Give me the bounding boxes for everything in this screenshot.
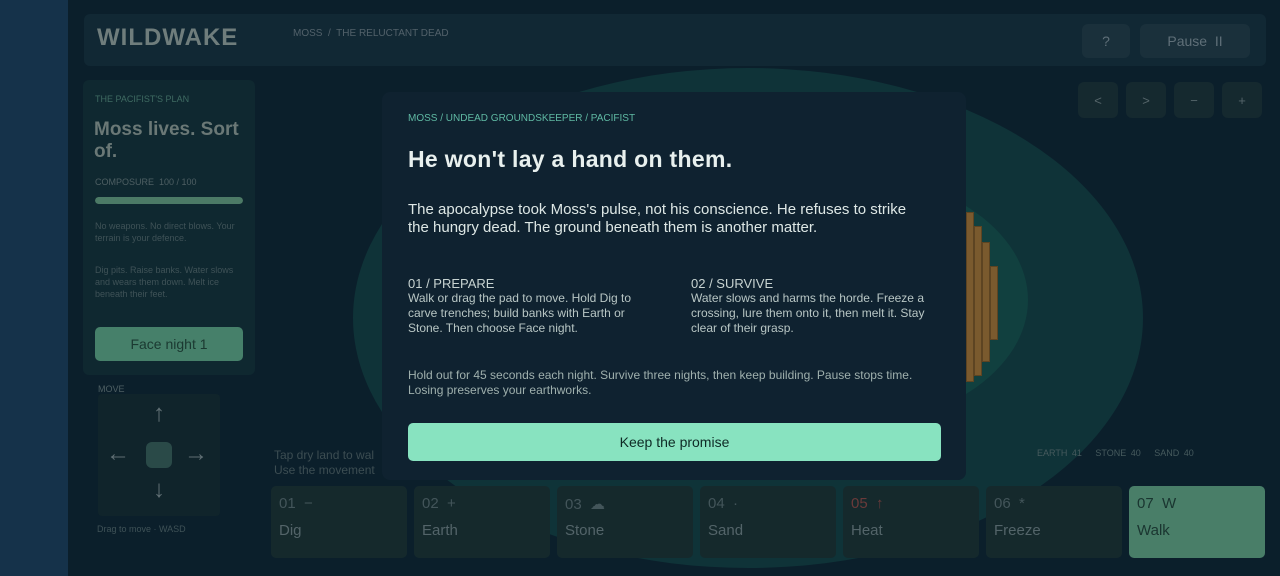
tool-label: Walk (1137, 522, 1170, 539)
face-night-button[interactable]: Face night 1 (95, 327, 243, 361)
dialog-lead: The apocalypse took Moss's pulse, not hi… (408, 201, 907, 236)
composure-bar (95, 197, 243, 204)
pause-button[interactable]: Pause II (1140, 24, 1250, 58)
tool-key: 07 W (1137, 495, 1177, 512)
prepare-column: 01 / PREPARE Walk or drag the pad to mov… (408, 276, 656, 336)
composure-bar-fill (95, 197, 243, 204)
tool-dig[interactable]: 01 − Dig (271, 486, 407, 558)
plan-note-tactics: Dig pits. Raise banks. Water slows and w… (95, 265, 234, 299)
keep-promise-button[interactable]: Keep the promise (408, 423, 941, 461)
brand-logo: WILDWAKE (97, 24, 239, 51)
plan-tag: THE PACIFIST'S PLAN (95, 94, 190, 104)
earthwork-wall (964, 212, 1004, 382)
arrow-up-icon[interactable]: ↑ (147, 402, 171, 426)
movement-knob[interactable] (146, 442, 172, 468)
prepare-text: Walk or drag the pad to move. Hold Dig t… (408, 291, 631, 335)
survive-column: 02 / SURVIVE Water slows and harms the h… (691, 276, 939, 336)
tool-stone[interactable]: 03 ☁ Stone (557, 486, 693, 558)
arrow-down-icon[interactable]: ↓ (147, 478, 171, 502)
plan-panel: THE PACIFIST'S PLAN Moss lives. Sort of.… (83, 80, 255, 375)
tool-key: 02 + (422, 495, 456, 512)
tool-label: Dig (279, 522, 302, 539)
tool-key: 01 − (279, 495, 313, 512)
arrow-left-icon[interactable]: ← (106, 442, 130, 466)
hint-line-2: Use the movement (274, 463, 375, 477)
arrow-right-icon[interactable]: → (184, 442, 208, 466)
zoom-in-button[interactable]: + (1222, 82, 1262, 118)
intro-dialog: MOSS / UNDEAD GROUNDSKEEPER / PACIFIST H… (382, 92, 966, 480)
view-controls: < > − + (1078, 82, 1262, 118)
composure-label: COMPOSURE 100 / 100 (95, 177, 197, 187)
hint-line-1: Tap dry land to wal (274, 448, 375, 462)
breadcrumb: MOSS / THE RELUCTANT DEAD (293, 28, 449, 39)
instruction-hint: Tap dry land to wal Use the movement (274, 448, 375, 478)
tool-label: Earth (422, 522, 458, 539)
zoom-out-button[interactable]: − (1174, 82, 1214, 118)
tool-freeze[interactable]: 06 * Freeze (986, 486, 1122, 558)
plan-title: Moss lives. Sort of. (94, 119, 239, 162)
tool-label: Sand (708, 522, 744, 539)
tool-earth[interactable]: 02 + Earth (414, 486, 550, 558)
top-bar: WILDWAKE MOSS / THE RELUCTANT DEAD ? Pau… (84, 14, 1266, 66)
tool-key: 04 · (708, 495, 739, 512)
pan-left-button[interactable]: < (1078, 82, 1118, 118)
survive-text: Water slows and harms the horde. Freeze … (691, 291, 925, 335)
tool-label: Stone (565, 522, 605, 539)
move-label: MOVE (98, 384, 125, 394)
plan-note-defence: No weapons. No direct blows. Your terrai… (95, 221, 235, 243)
dialog-footer-text: Hold out for 45 seconds each night. Surv… (408, 368, 913, 397)
survive-heading: 02 / SURVIVE (691, 276, 774, 291)
tool-key: 06 * (994, 495, 1025, 512)
dialog-tag: MOSS / UNDEAD GROUNDSKEEPER / PACIFIST (408, 113, 636, 124)
tool-bar: 01 − Dig 02 + Earth 03 ☁ Stone 04 · Sand… (271, 486, 1265, 558)
prepare-heading: 01 / PREPARE (408, 276, 495, 291)
help-button[interactable]: ? (1082, 24, 1130, 58)
movement-pad[interactable]: ↑ ← → ↓ (98, 394, 220, 516)
dialog-title: He won't lay a hand on them. (408, 146, 733, 172)
pan-right-button[interactable]: > (1126, 82, 1166, 118)
tool-walk[interactable]: 07 W Walk (1129, 486, 1265, 558)
tool-sand[interactable]: 04 · Sand (700, 486, 836, 558)
drag-hint: Drag to move · WASD (97, 524, 186, 534)
tool-heat[interactable]: 05 ↑ Heat (843, 486, 979, 558)
resource-counts: EARTH 41 STONE 40 SAND 40 (1037, 448, 1194, 458)
tool-key: 05 ↑ (851, 495, 884, 512)
tool-key: 03 ☁ (565, 496, 606, 513)
tool-label: Freeze (994, 522, 1041, 539)
tool-label: Heat (851, 522, 883, 539)
left-edge-strip (0, 0, 68, 576)
